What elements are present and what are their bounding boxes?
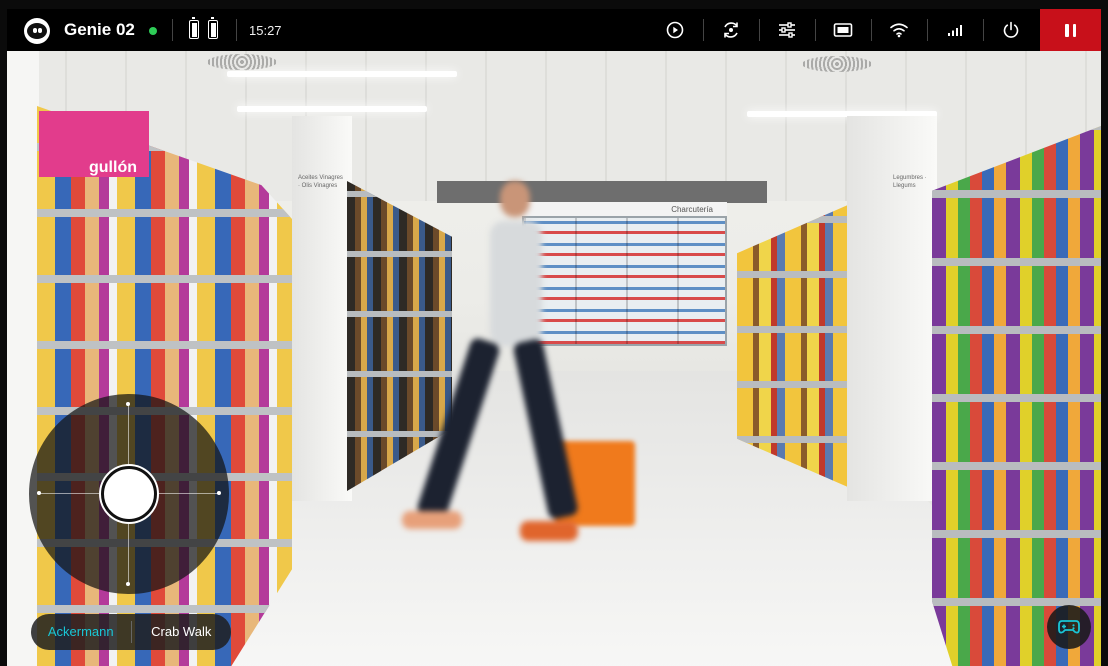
mode-ackermann[interactable]: Ackermann xyxy=(31,614,131,650)
joystick-tick xyxy=(126,582,130,586)
walking-person xyxy=(402,181,602,581)
connection-status-dot xyxy=(149,27,157,35)
gamepad-icon xyxy=(1058,620,1080,634)
wifi-icon[interactable] xyxy=(886,17,912,43)
pillar-sign: Legumbres · Llegums xyxy=(893,175,927,189)
pillar-sign: Aceites Vinagres · Olis Vinagres xyxy=(298,175,343,189)
display-icon[interactable] xyxy=(830,17,856,43)
power-icon[interactable] xyxy=(998,17,1024,43)
divider xyxy=(815,19,816,41)
mode-crab-walk[interactable]: Crab Walk xyxy=(132,614,232,650)
divider xyxy=(236,19,237,41)
emergency-pause-button[interactable] xyxy=(1040,9,1101,51)
aisle-pillar-right: Legumbres · Llegums xyxy=(847,116,937,501)
ceiling-vent xyxy=(802,56,872,72)
ceiling-light xyxy=(227,71,457,77)
device-name: Genie 02 xyxy=(64,20,135,39)
right-shelf xyxy=(932,126,1101,666)
signal-icon xyxy=(942,17,968,43)
divider xyxy=(759,19,760,41)
joystick-tick xyxy=(126,402,130,406)
aisle-pillar-left: Aceites Vinagres · Olis Vinagres xyxy=(292,116,352,501)
status-bar: Genie 02 15:27 xyxy=(7,9,1101,51)
app-window: Charcutería gullón Aceites Vinagres · Ol… xyxy=(7,9,1101,666)
gamepad-button[interactable] xyxy=(1047,605,1091,649)
sliders-icon[interactable] xyxy=(774,17,800,43)
battery-icon xyxy=(189,17,199,39)
joystick-knob[interactable] xyxy=(101,466,157,522)
joystick-tick xyxy=(217,491,221,495)
divider xyxy=(703,19,704,41)
brand-sign-text: gullón xyxy=(89,159,137,176)
divider xyxy=(172,19,173,41)
steering-mode-switch: Ackermann Crab Walk xyxy=(31,614,231,650)
joystick-tick xyxy=(37,491,41,495)
divider xyxy=(871,19,872,41)
clock: 15:27 xyxy=(249,23,282,38)
shelf-end xyxy=(7,51,39,666)
divider xyxy=(927,19,928,41)
camera-switch-icon[interactable] xyxy=(718,17,744,43)
ceiling-vent xyxy=(207,54,277,70)
divider xyxy=(983,19,984,41)
brand-sign: gullón xyxy=(39,111,149,177)
battery-icon xyxy=(208,17,218,39)
ceiling-light xyxy=(237,106,427,112)
robot-icon[interactable] xyxy=(24,18,50,44)
pause-icon xyxy=(1065,23,1069,37)
play-circle-icon[interactable] xyxy=(662,17,688,43)
joystick[interactable] xyxy=(29,394,229,594)
